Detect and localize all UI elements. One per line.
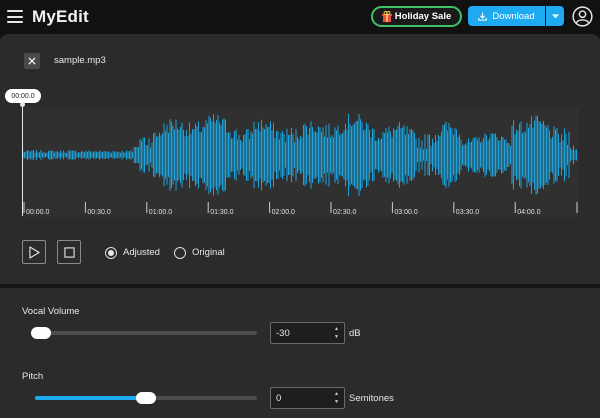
vocal-volume-stepper: ▲ ▼ (270, 322, 345, 344)
timeline-label: 02:00.0 (272, 209, 295, 216)
close-file-button[interactable] (24, 53, 40, 69)
stop-button[interactable] (57, 240, 81, 264)
timeline-label: 01:30.0 (210, 209, 233, 216)
stop-icon (63, 246, 75, 258)
hamburger-icon[interactable] (7, 10, 23, 23)
vocal-volume-slider-thumb[interactable] (31, 327, 51, 339)
decrement-icon[interactable]: ▼ (333, 399, 340, 406)
timeline-label: 00:30.0 (87, 209, 110, 216)
gift-icon (381, 11, 392, 22)
radio-original-label: Original (192, 247, 225, 258)
chevron-down-icon (551, 13, 559, 18)
vocal-volume-input[interactable] (276, 323, 332, 343)
waveform-bars (22, 113, 577, 197)
increment-icon[interactable]: ▲ (333, 326, 340, 333)
timeline-ruler: 00:00.0 00:30.0 01:00.0 01:30.0 02:00.0 02:30… (23, 202, 578, 216)
pitch-slider-fill (35, 396, 146, 400)
radio-original-indicator (174, 246, 186, 259)
vocal-volume-unit: dB (349, 328, 361, 339)
user-icon[interactable] (572, 6, 593, 27)
pitch-stepper: ▲ ▼ (270, 387, 345, 409)
current-time-badge: 00:00.0 (5, 89, 41, 103)
download-button[interactable]: Download (468, 6, 545, 26)
pitch-input[interactable] (276, 388, 332, 408)
timeline-label: 03:00.0 (394, 209, 417, 216)
timeline-label: 03:30.0 (456, 209, 479, 216)
app-title: MyEdit (32, 7, 89, 26)
timeline-label: 01:00.0 (149, 209, 172, 216)
timeline: 00:00.0 00:30.0 01:00.0 01:30.0 02:00.0 02:30… (22, 201, 579, 217)
pitch-slider-thumb[interactable] (136, 392, 156, 404)
timeline-label: 04:00.0 (517, 209, 540, 216)
play-icon (28, 245, 40, 259)
top-bar: MyEdit Holiday Sale Download (0, 0, 600, 34)
vocal-volume-label: Vocal Volume (22, 306, 80, 317)
timeline-label: 00:00.0 (26, 209, 49, 216)
download-options-button[interactable] (546, 6, 564, 26)
playhead[interactable] (22, 103, 23, 216)
radio-adjusted-indicator (105, 246, 117, 259)
vocal-volume-slider[interactable] (35, 331, 257, 335)
play-button[interactable] (22, 240, 46, 264)
holiday-sale-button[interactable]: Holiday Sale (371, 6, 462, 27)
increment-icon[interactable]: ▲ (333, 391, 340, 398)
radio-adjusted-label: Adjusted (123, 247, 160, 258)
pitch-label: Pitch (22, 371, 44, 382)
file-name: sample.mp3 (54, 55, 106, 66)
radio-original[interactable]: Original (174, 246, 225, 259)
download-label: Download (492, 10, 535, 22)
pitch-unit: Semitones (349, 393, 394, 404)
radio-adjusted[interactable]: Adjusted (105, 246, 160, 259)
decrement-icon[interactable]: ▼ (333, 334, 340, 341)
close-icon (28, 57, 36, 65)
download-icon (478, 11, 488, 21)
timeline-label: 02:30.0 (333, 209, 356, 216)
holiday-sale-label: Holiday Sale (394, 11, 452, 22)
